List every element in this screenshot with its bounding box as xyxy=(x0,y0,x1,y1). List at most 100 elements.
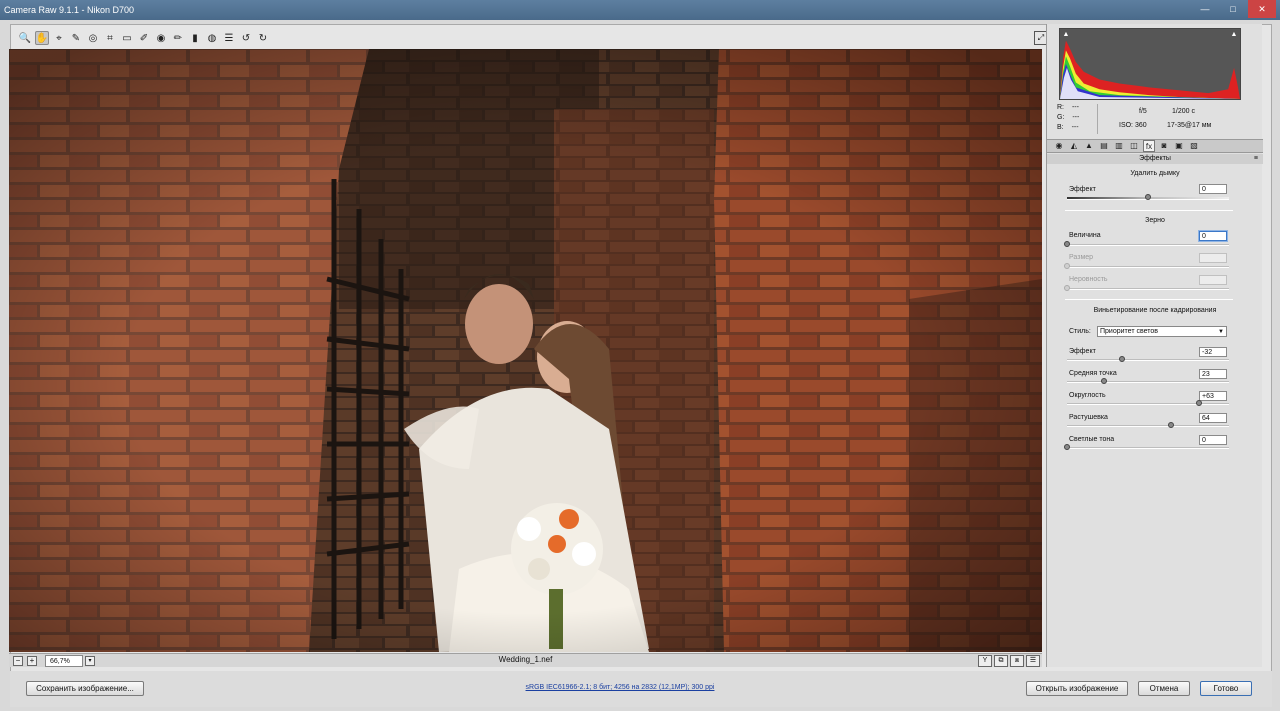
histogram: ▲ ▲ xyxy=(1059,28,1241,100)
spot-removal-tool-icon[interactable]: ✐ xyxy=(137,31,151,45)
minimize-button[interactable]: — xyxy=(1192,0,1218,18)
panel-tab-7-icon[interactable]: ◙ xyxy=(1158,140,1170,152)
vignette-row-slider[interactable] xyxy=(1064,444,1229,450)
vignette-row-field[interactable]: +63 xyxy=(1199,391,1227,401)
toolbar: 🔍 ✋ ⌖ ✎ ◎ ⌗ ▭ ✐ ◉ ✏ ▮ ◍ ☰ ↺ ↻ ⤢ xyxy=(12,28,1050,48)
vignette-row-slider[interactable] xyxy=(1067,422,1229,428)
grain-size-field xyxy=(1199,253,1227,263)
rotate-left-icon[interactable]: ↺ xyxy=(239,31,253,45)
wedding-photo xyxy=(9,49,1042,652)
dehaze-slider-thumb[interactable] xyxy=(1145,194,1151,200)
panel-tab-6-icon[interactable]: fx xyxy=(1143,140,1155,152)
grain-amount-field[interactable]: 0 xyxy=(1199,231,1227,241)
maximize-button[interactable]: □ xyxy=(1220,0,1246,18)
before-after-view-icon[interactable]: Y xyxy=(978,655,992,667)
preferences-icon[interactable]: ☰ xyxy=(222,31,236,45)
vignette-row-slider-thumb[interactable] xyxy=(1167,422,1174,428)
grain-size-label: Размер xyxy=(1069,254,1094,261)
window-title: Camera Raw 9.1.1 - Nikon D700 xyxy=(4,5,135,15)
panel-tabs: ◉ ◭ ▲ ▤ ▥ ◫ fx ◙ ▣ ▧ xyxy=(1047,139,1263,153)
grain-amount-slider-thumb[interactable] xyxy=(1064,241,1070,247)
straighten-tool-icon[interactable]: ▭ xyxy=(120,31,134,45)
vignette-style-select[interactable]: Приоритет светов ▼ xyxy=(1097,326,1227,337)
swap-settings-icon[interactable]: ⧉ xyxy=(994,655,1008,667)
highlight-clipping-icon[interactable]: ▲ xyxy=(1230,31,1238,39)
grain-size-slider xyxy=(1064,263,1229,269)
divider xyxy=(1065,299,1233,300)
grain-size-slider-thumb xyxy=(1064,263,1070,269)
graduated-filter-icon[interactable]: ▮ xyxy=(188,31,202,45)
targeted-adjustment-tool-icon[interactable]: ◎ xyxy=(86,31,100,45)
iso-value: ISO: 360 xyxy=(1119,122,1147,129)
toggle-view-icon[interactable]: ☰ xyxy=(1026,655,1040,667)
color-sampler-tool-icon[interactable]: ✎ xyxy=(69,31,83,45)
grain-roughness-slider xyxy=(1064,285,1229,291)
grain-section-title: Зерно xyxy=(1145,217,1165,224)
vignette-row-label: Растушевка xyxy=(1069,414,1108,421)
vignette-row-field[interactable]: 0 xyxy=(1199,435,1227,445)
hand-tool-icon[interactable]: ✋ xyxy=(35,31,49,45)
adjustments-panel: ▲ ▲ R: --- G: --- B: --- f/5 1/200 с ISO… xyxy=(1046,24,1263,667)
chevron-down-icon: ▼ xyxy=(1218,329,1224,335)
panel-tab-8-icon[interactable]: ▣ xyxy=(1173,140,1185,152)
vignette-row-label: Эффект xyxy=(1069,348,1096,355)
cancel-button[interactable]: Отмена xyxy=(1138,681,1190,696)
vignette-row-slider-thumb[interactable] xyxy=(1119,356,1126,362)
vignette-style-label: Стиль: xyxy=(1069,328,1091,335)
shutter-value: 1/200 с xyxy=(1172,108,1195,115)
vignette-row-slider[interactable] xyxy=(1067,400,1229,406)
vignette-row-field[interactable]: -32 xyxy=(1199,347,1227,357)
panel-tab-3-icon[interactable]: ▤ xyxy=(1098,140,1110,152)
vignette-row-field[interactable]: 64 xyxy=(1199,413,1227,423)
lens-value: 17-35@17 мм xyxy=(1167,122,1212,129)
image-status-bar: − + 66,7% ▾ Wedding_1.nef Y ⧉ ⧈ ☰ xyxy=(9,653,1042,667)
panel-menu-icon[interactable]: ≡ xyxy=(1254,154,1258,164)
red-eye-tool-icon[interactable]: ◉ xyxy=(154,31,168,45)
copy-settings-icon[interactable]: ⧈ xyxy=(1010,655,1024,667)
vignette-row-slider[interactable] xyxy=(1067,378,1229,384)
vignette-row-slider-thumb[interactable] xyxy=(1101,378,1108,384)
panel-tab-1-icon[interactable]: ◭ xyxy=(1068,140,1080,152)
dehaze-amount-field[interactable]: 0 xyxy=(1199,184,1227,194)
radial-filter-icon[interactable]: ◍ xyxy=(205,31,219,45)
vignette-row-field[interactable]: 23 xyxy=(1199,369,1227,379)
vignette-style-value: Приоритет светов xyxy=(1100,328,1159,335)
panel-tab-4-icon[interactable]: ▥ xyxy=(1113,140,1125,152)
vignette-row-label: Средняя точка xyxy=(1069,370,1117,377)
white-balance-tool-icon[interactable]: ⌖ xyxy=(52,31,66,45)
r-value: --- xyxy=(1071,104,1079,111)
zoom-tool-icon[interactable]: 🔍 xyxy=(18,31,32,45)
dehaze-amount-label: Эффект xyxy=(1069,186,1096,193)
grain-amount-label: Величина xyxy=(1069,232,1101,239)
info-block: R: --- G: --- B: --- f/5 1/200 с ISO: 36… xyxy=(1057,104,1247,136)
vignette-row-slider-thumb[interactable] xyxy=(1064,444,1070,450)
dehaze-slider[interactable] xyxy=(1067,194,1229,200)
panel-tab-9-icon[interactable]: ▧ xyxy=(1188,140,1200,152)
rotate-right-icon[interactable]: ↻ xyxy=(256,31,270,45)
panel-tab-5-icon[interactable]: ◫ xyxy=(1128,140,1140,152)
histogram-graph xyxy=(1060,29,1240,99)
panel-title: Эффекты xyxy=(1047,154,1263,164)
vignette-row-label: Округлость xyxy=(1069,392,1106,399)
vignette-section-title: Виньетирование после кадрирования xyxy=(1093,307,1217,314)
divider xyxy=(1065,210,1233,211)
open-image-button[interactable]: Открыть изображение xyxy=(1026,681,1128,696)
dehaze-section-title: Удалить дымку xyxy=(1130,170,1180,177)
grain-roughness-field xyxy=(1199,275,1227,285)
b-label: B: xyxy=(1057,124,1064,131)
g-label: G: xyxy=(1057,114,1065,121)
b-value: --- xyxy=(1071,124,1079,131)
title-bar: Camera Raw 9.1.1 - Nikon D700 — □ ✕ xyxy=(0,0,1280,20)
vignette-row-slider-thumb[interactable] xyxy=(1196,400,1203,406)
image-preview[interactable] xyxy=(9,49,1042,652)
r-label: R: xyxy=(1057,104,1064,111)
grain-amount-slider[interactable] xyxy=(1064,241,1229,247)
shadow-clipping-icon[interactable]: ▲ xyxy=(1062,31,1070,39)
adjustment-brush-icon[interactable]: ✏ xyxy=(171,31,185,45)
done-button[interactable]: Готово xyxy=(1200,681,1252,696)
vignette-row-slider[interactable] xyxy=(1067,356,1229,362)
panel-tab-2-icon[interactable]: ▲ xyxy=(1083,140,1095,152)
crop-tool-icon[interactable]: ⌗ xyxy=(103,31,117,45)
panel-tab-0-icon[interactable]: ◉ xyxy=(1053,140,1065,152)
close-button[interactable]: ✕ xyxy=(1248,0,1276,18)
